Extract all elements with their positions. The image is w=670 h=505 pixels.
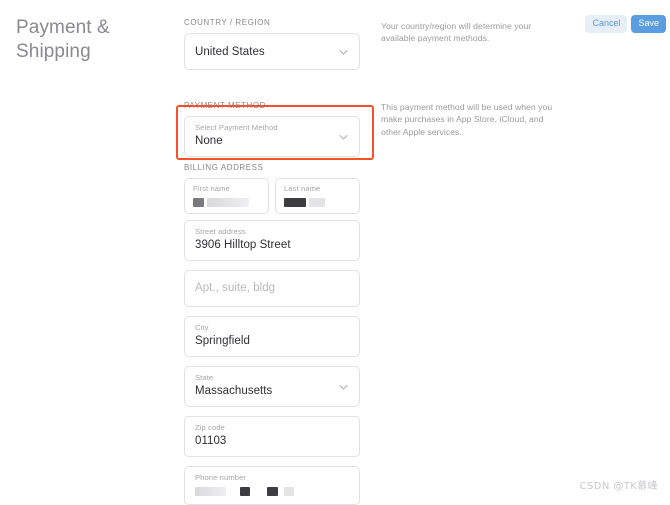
apt-suite-field[interactable]: Apt., suite, bldg	[184, 270, 360, 307]
billing-address-section: BILLING ADDRESS First name Last name Str…	[184, 163, 360, 505]
country-region-label: COUNTRY / REGION	[184, 18, 271, 27]
country-region-help-text: Your country/region will determine your …	[381, 21, 532, 44]
page-title-line-2: Shipping	[16, 41, 91, 62]
payment-method-select[interactable]: Select Payment Method None	[184, 116, 360, 157]
name-row: First name Last name	[184, 178, 360, 214]
zip-code-field[interactable]: Zip code 01103	[184, 416, 360, 457]
first-name-field[interactable]: First name	[184, 178, 269, 214]
street-address-label: Street address	[195, 227, 246, 236]
action-buttons: Cancel Save	[585, 15, 666, 33]
country-region-value: United States	[195, 45, 265, 58]
country-region-section: COUNTRY / REGION United States	[184, 18, 360, 70]
city-field[interactable]: City Springfield	[184, 316, 360, 357]
street-address-value: 3906 Hilltop Street	[195, 239, 291, 251]
last-name-field[interactable]: Last name	[275, 178, 360, 214]
last-name-label: Last name	[284, 184, 321, 193]
first-name-redacted-value	[193, 197, 260, 208]
phone-number-label: Phone number	[195, 473, 247, 482]
phone-number-redacted-value	[195, 486, 349, 497]
cancel-button[interactable]: Cancel	[585, 15, 628, 33]
last-name-redacted-value	[284, 197, 351, 208]
payment-method-field-label: Select Payment Method	[195, 123, 278, 132]
payment-method-section: PAYMENT METHOD Select Payment Method Non…	[184, 101, 360, 157]
payment-method-value: None	[195, 135, 223, 147]
state-label: State	[195, 373, 214, 382]
first-name-label: First name	[193, 184, 230, 193]
chevron-down-icon	[338, 46, 349, 57]
city-label: City	[195, 323, 209, 332]
save-button[interactable]: Save	[631, 15, 666, 33]
payment-method-help-text: This payment method will be used when yo…	[381, 102, 553, 137]
watermark: CSDN @TK慕峰	[579, 481, 658, 492]
apt-suite-placeholder: Apt., suite, bldg	[195, 282, 276, 294]
state-value: Massachusetts	[195, 385, 273, 397]
city-value: Springfield	[195, 335, 250, 347]
payment-method-label: PAYMENT METHOD	[184, 101, 266, 110]
country-region-select[interactable]: United States	[184, 33, 360, 70]
zip-code-value: 01103	[195, 435, 227, 447]
zip-code-label: Zip code	[195, 423, 225, 432]
page-title-line-1: Payment &	[16, 17, 110, 38]
phone-number-field[interactable]: Phone number	[184, 466, 360, 505]
page-title: Payment & Shipping	[16, 16, 166, 64]
billing-address-label: BILLING ADDRESS	[184, 163, 264, 172]
state-select[interactable]: State Massachusetts	[184, 366, 360, 407]
street-address-field[interactable]: Street address 3906 Hilltop Street	[184, 220, 360, 261]
payment-method-help: This payment method will be used when yo…	[381, 101, 563, 138]
country-region-help: Your country/region will determine your …	[381, 20, 563, 45]
